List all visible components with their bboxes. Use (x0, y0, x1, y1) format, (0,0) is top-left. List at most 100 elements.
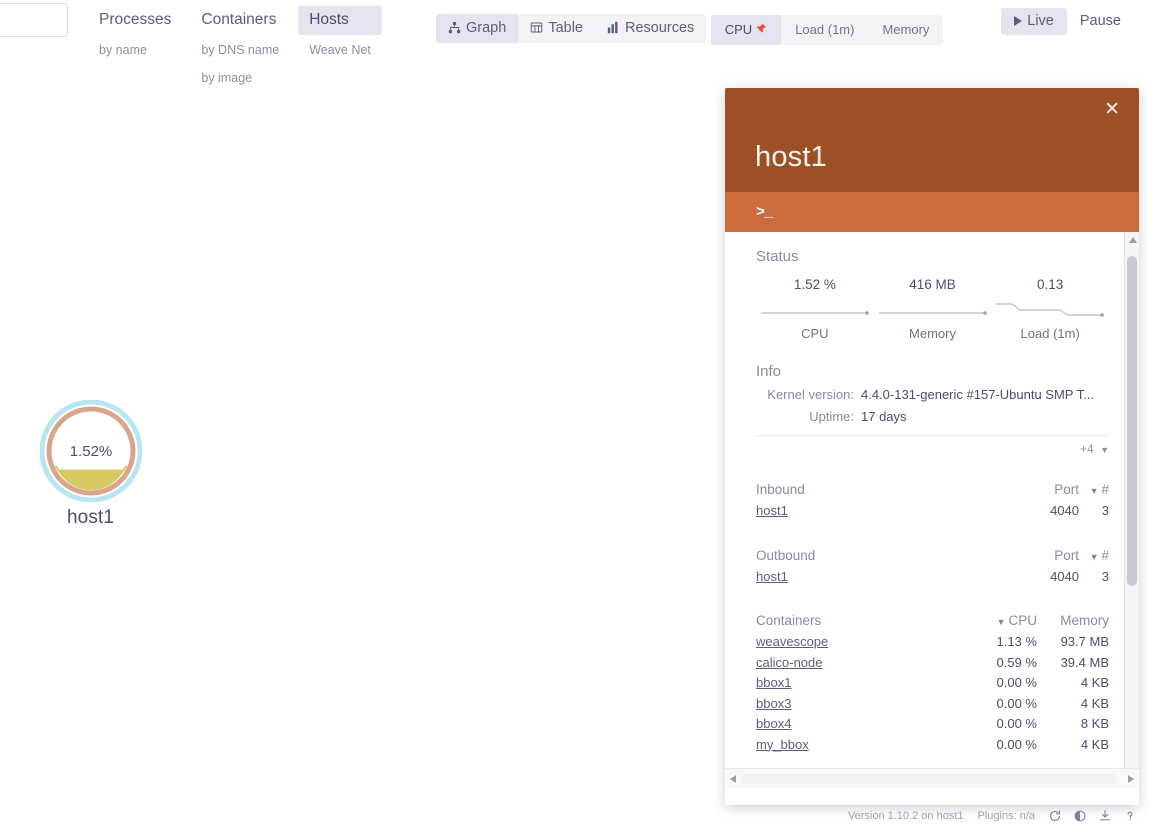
graph-node-host1[interactable]: 1.52% host1 (33, 399, 148, 529)
metric-tab-memory[interactable]: Memory (868, 15, 943, 45)
topology-item-hosts[interactable]: Hosts (298, 6, 382, 35)
status-metric-cpu: 1.52 % CPU (756, 277, 874, 341)
topology-column-hosts: Hosts Weave Net (298, 6, 382, 63)
table-row[interactable]: calico-node 0.59 % 39.4 MB (756, 653, 1109, 674)
scroll-right-icon[interactable] (1123, 769, 1139, 789)
top-bar: Processes by name Containers by DNS name by … (0, 0, 1152, 100)
topology-sub-item[interactable]: Weave Net (298, 38, 382, 63)
resources-icon (607, 21, 620, 34)
container-memory: 4 KB (1080, 695, 1109, 711)
details-scroll-thumb[interactable] (1127, 256, 1137, 586)
topology-selector: Processes by name Containers by DNS name by … (88, 6, 390, 91)
node-label: host1 (67, 507, 114, 528)
metric-tab-label: Load (1m) (795, 22, 855, 37)
sparkline-chart (756, 292, 874, 326)
view-tab-table[interactable]: Table (518, 14, 595, 43)
metric-tab-cpu[interactable]: CPU (710, 15, 782, 45)
details-vertical-scrollbar[interactable] (1124, 232, 1139, 784)
details-horizontal-scrollbar[interactable] (725, 768, 1139, 788)
view-tab-label: Table (548, 19, 583, 36)
view-tab-resources[interactable]: Resources (595, 14, 706, 43)
live-button[interactable]: Live (1001, 8, 1067, 35)
topology-column-processes: Processes by name (88, 6, 182, 63)
scroll-left-icon[interactable] (725, 769, 741, 789)
close-icon[interactable]: ✕ (1099, 98, 1125, 121)
info-value: 17 days (861, 409, 907, 424)
status-section: Status 1.52 % CPU 416 MB Memory 0.13 Load (1m… (756, 248, 1109, 341)
play-icon (1014, 16, 1023, 26)
inbound-col-port[interactable]: Port (1007, 482, 1079, 497)
table-row[interactable]: host1 4040 3 (756, 567, 1109, 588)
outbound-col-port[interactable]: Port (1007, 548, 1079, 563)
info-key: Kernel version: (767, 387, 854, 402)
topology-item-containers[interactable]: Containers (190, 6, 290, 35)
status-metric-value: 0.13 (1037, 277, 1064, 292)
weave-scope-app: Processes by name Containers by DNS name by … (0, 0, 1152, 828)
container-link[interactable]: my_bbox (756, 737, 809, 752)
details-title: host1 (755, 141, 827, 173)
metric-selector-tabs: CPU Load (1m) Memory (710, 15, 944, 45)
view-tab-label: Resources (624, 19, 695, 36)
status-metric-label: Load (1m) (1020, 326, 1080, 341)
outbound-node-link[interactable]: host1 (756, 569, 788, 584)
container-memory: 8 KB (1080, 716, 1109, 731)
time-control-label: Pause (1079, 13, 1121, 29)
container-link[interactable]: bbox3 (756, 696, 791, 711)
containers-table: Containers ▼ CPU Memory weavescope 1.13 % 9… (756, 613, 1109, 755)
info-expand-toggle[interactable]: +4 ▼ (756, 435, 1109, 456)
containers-header-row: Containers ▼ CPU Memory (756, 613, 1109, 632)
inbound-col-count[interactable]: ▼ # (1079, 482, 1109, 497)
help-icon[interactable] (1124, 810, 1136, 822)
outbound-header-row: Outbound Port ▼ # (756, 548, 1109, 567)
table-row[interactable]: weavescope 1.13 % 93.7 MB (756, 632, 1109, 653)
view-mode-tabs: Graph Table Resources (436, 13, 707, 43)
view-tab-graph[interactable]: Graph (436, 13, 519, 43)
table-row[interactable]: host1 4040 3 (756, 501, 1109, 522)
topology-sub-item[interactable]: by image (190, 66, 290, 91)
connection-count: 3 (1101, 503, 1109, 518)
download-icon[interactable] (1099, 810, 1111, 822)
details-hscroll-thumb[interactable] (741, 774, 1117, 784)
details-body: Status 1.52 % CPU 416 MB Memory 0.13 Load (1m… (725, 232, 1139, 784)
info-heading: Info (756, 363, 782, 380)
table-row[interactable]: bbox4 0.00 % 8 KB (756, 714, 1109, 735)
inbound-table: Inbound Port ▼ # host1 4040 3 (756, 482, 1109, 522)
pin-icon[interactable] (756, 23, 767, 36)
container-memory: 39.4 MB (1060, 654, 1109, 670)
container-cpu: 0.00 % (996, 736, 1037, 752)
table-row[interactable]: bbox1 0.00 % 4 KB (756, 673, 1109, 694)
info-row: Uptime: 17 days (756, 406, 1109, 427)
contrast-icon[interactable] (1074, 810, 1086, 822)
outbound-col-count[interactable]: ▼ # (1079, 548, 1109, 563)
metric-tab-load-1m[interactable]: Load (1m) (781, 15, 868, 45)
containers-heading: Containers (756, 613, 822, 628)
refresh-icon[interactable] (1049, 810, 1061, 822)
container-link[interactable]: calico-node (756, 655, 823, 670)
status-metric-label: CPU (801, 326, 829, 341)
container-link[interactable]: bbox1 (756, 675, 791, 690)
container-link[interactable]: weavescope (756, 634, 828, 649)
container-cpu: 0.00 % (996, 675, 1037, 690)
search-input[interactable] (0, 3, 68, 37)
topology-item-processes[interactable]: Processes (88, 6, 182, 35)
details-header: host1 ✕ (725, 88, 1139, 192)
status-heading: Status (756, 248, 799, 265)
table-row[interactable]: bbox3 0.00 % 4 KB (756, 694, 1109, 715)
inbound-node-link[interactable]: host1 (756, 503, 788, 518)
container-link[interactable]: bbox4 (756, 716, 791, 731)
graph-canvas[interactable]: 1.52% host1 (0, 100, 720, 800)
terminal-icon[interactable]: >_ (756, 204, 773, 221)
sort-caret-icon: ▼ (996, 617, 1006, 627)
containers-col-cpu[interactable]: ▼ CPU (965, 613, 1037, 628)
footer-icon-group (1049, 810, 1136, 822)
table-icon (530, 21, 543, 34)
topology-sub-item[interactable]: by DNS name (190, 38, 290, 63)
scroll-up-icon[interactable] (1125, 232, 1139, 248)
containers-col-memory[interactable]: Memory (1037, 613, 1109, 628)
table-row[interactable]: my_bbox 0.00 % 4 KB (756, 735, 1109, 756)
outbound-col-count-label: # (1101, 547, 1109, 563)
topology-sub-item[interactable]: by name (88, 38, 182, 63)
pause-button[interactable]: Pause (1067, 8, 1134, 35)
sort-caret-icon: ▼ (1089, 551, 1099, 562)
inbound-col-count-label: # (1101, 482, 1109, 497)
